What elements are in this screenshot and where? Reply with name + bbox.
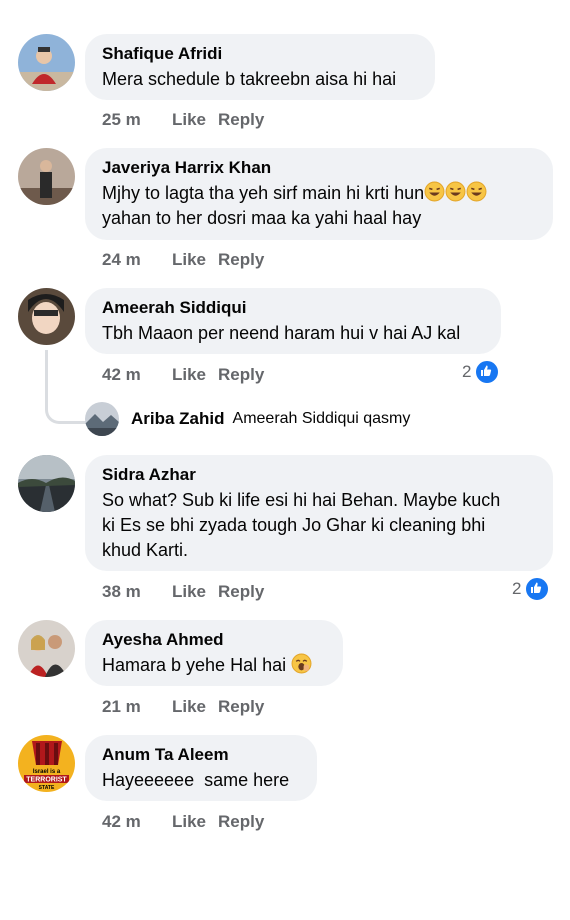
reaction-count: 2 [462,362,472,381]
comment-actions: 21 m Like Reply [102,697,264,717]
comment-bubble: Ameerah Siddiqui Tbh Maaon per neend har… [85,288,501,354]
thumbs-up-icon [475,360,500,384]
comment-bubble: Anum Ta Aleem Hayeeeeee same here [85,735,317,801]
reply-preview[interactable]: Ariba Zahid Ameerah Siddiqui qasmy [85,402,410,436]
reply-button[interactable]: Reply [218,365,264,385]
comment-bubble: Ayesha Ahmed Hamara b yehe Hal hai [85,620,343,686]
reply-text: Ameerah Siddiqui qasmy [232,410,411,427]
avatar[interactable] [18,148,75,205]
comment-author[interactable]: Sidra Azhar [102,464,536,486]
comment-author[interactable]: Ameerah Siddiqui [102,297,484,319]
comment-time[interactable]: 38 m [102,582,172,602]
like-button[interactable]: Like [172,365,218,385]
comment-bubble: Javeriya Harrix Khan Mjhy to lagta tha y… [85,148,553,240]
comment-author[interactable]: Javeriya Harrix Khan [102,157,536,179]
comment-bubble: Sidra Azhar So what? Sub ki life esi hi … [85,455,553,571]
comment-text: Tbh Maaon per neend haram hui v hai AJ k… [102,323,461,343]
rolling-laughing-emoji [466,181,487,203]
like-button[interactable]: Like [172,582,218,602]
comment-text: So what? Sub ki life esi hi hai Behan. M… [102,488,536,563]
comment-text-line: Hamara b yehe Hal hai [102,655,287,675]
comment-time[interactable]: 42 m [102,365,172,385]
comment-time[interactable]: 21 m [102,697,172,717]
comment-text-line: khud Karti. [102,540,189,560]
reply-button[interactable]: Reply [218,582,264,602]
comment-text-line: So what? Sub ki life esi hi hai Behan. M… [102,490,501,510]
reply-button[interactable]: Reply [218,812,264,832]
like-button[interactable]: Like [172,812,218,832]
avatar-logo-text: Israel is a [33,769,61,775]
comment-text: Mera schedule b takreebn aisa hi hai [102,69,397,89]
like-button[interactable]: Like [172,110,218,130]
like-button[interactable]: Like [172,697,218,717]
comment-text: Hayeeeeee same here [102,770,290,790]
comment-text-line: ki Es se bhi zyada tough Jo Ghar ki clea… [102,515,486,535]
yawning-emoji [291,653,312,675]
reaction-summary[interactable]: 2 [462,360,500,384]
reply-thread-line [45,350,86,424]
rolling-laughing-emoji [445,181,466,203]
comment-author[interactable]: Shafique Afridi [102,43,418,65]
comment-text: Hamara b yehe Hal hai [102,653,326,678]
comment-actions: 42 m Like Reply [102,365,264,385]
avatar[interactable] [18,288,75,345]
comment-bubble: Shafique Afridi Mera schedule b takreebn… [85,34,435,100]
comment-time[interactable]: 24 m [102,250,172,270]
comment-time[interactable]: 25 m [102,110,172,130]
avatar-logo-text: STATE [39,785,55,791]
avatar[interactable] [18,620,75,677]
thumbs-up-icon [525,577,550,601]
comment-author[interactable]: Ayesha Ahmed [102,629,326,651]
reply-button[interactable]: Reply [218,250,264,270]
like-button[interactable]: Like [172,250,218,270]
reaction-summary[interactable]: 2 [512,577,550,601]
reply-button[interactable]: Reply [218,697,264,717]
reply-button[interactable]: Reply [218,110,264,130]
comment-text-line: Mjhy to lagta tha yeh sirf main hi krti … [102,183,425,203]
comment-actions: 42 m Like Reply [102,812,264,832]
comment-actions: 24 m Like Reply [102,250,264,270]
reply-author[interactable]: Ariba Zahid [131,409,225,429]
avatar[interactable] [85,402,119,436]
comment-actions: 25 m Like Reply [102,110,264,130]
avatar-logo-text: TERRORIST [26,777,67,784]
avatar[interactable]: Israel is a TERRORIST STATE [18,735,75,792]
comment-text: Mjhy to lagta tha yeh sirf main hi krti … [102,181,536,231]
comment-text-line: yahan to her dosri maa ka yahi haal hay [102,208,422,228]
avatar[interactable] [18,34,75,91]
comment-author[interactable]: Anum Ta Aleem [102,744,300,766]
comment-time[interactable]: 42 m [102,812,172,832]
avatar[interactable] [18,455,75,512]
comment-actions: 38 m Like Reply [102,582,264,602]
rolling-laughing-emoji [424,181,445,203]
reaction-count: 2 [512,579,522,598]
